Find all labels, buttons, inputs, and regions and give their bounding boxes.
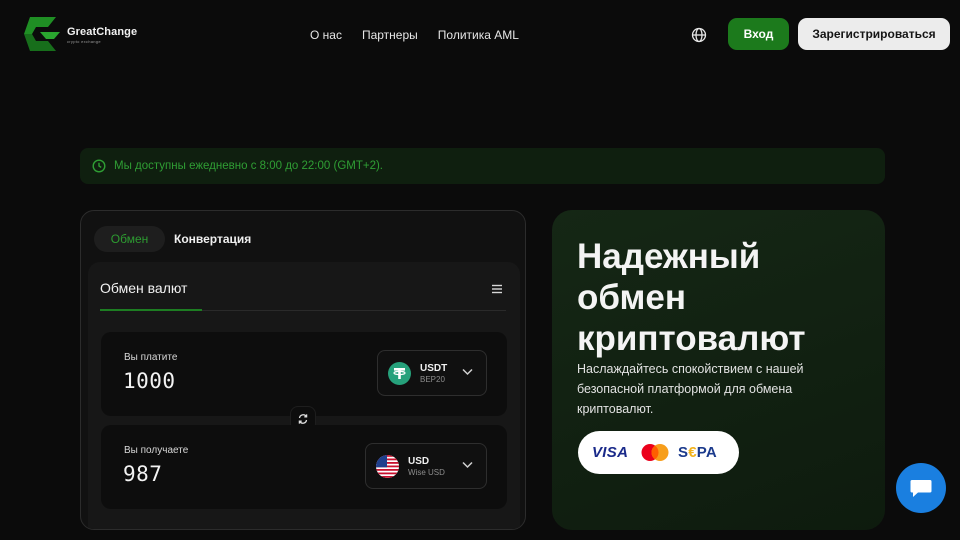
tether-icon [388,362,411,385]
register-button[interactable]: Зарегистрироваться [798,18,950,50]
receive-amount[interactable]: 987 [123,462,162,486]
receive-currency-code: USD [408,456,430,467]
tab-exchange[interactable]: Обмен [94,226,165,252]
promo-title: Надежный обмен криптовалют [577,237,806,358]
mastercard-icon [641,444,669,461]
pay-box: Вы платите 1000 USDT BEP20 [101,332,507,416]
login-button[interactable]: Вход [728,18,789,50]
sepa-pa: PA [696,444,717,461]
greatchange-logo-icon[interactable] [22,17,62,51]
sepa-euro: € [688,444,697,461]
exchange-card: Обмен Конвертация Обмен валют Вы платите… [80,210,526,530]
divider [202,310,506,311]
pay-currency-code: USDT [420,363,448,374]
sepa-logo: S€PA [678,444,717,461]
header: GreatChange crypto exchange О нас Партне… [0,0,960,70]
notice-text: Мы доступны ежедневно с 8:00 до 22:00 (G… [114,160,384,172]
receive-currency-select[interactable]: USD Wise USD [365,443,487,489]
clock-icon [92,159,106,173]
pay-currency-network: BEP20 [420,375,445,384]
globe-icon[interactable] [690,26,708,44]
exchange-title: Обмен валют [100,280,188,296]
availability-notice: Мы доступны ежедневно с 8:00 до 22:00 (G… [80,148,885,184]
promo-description: Наслаждайтесь спокойствием с нашей безоп… [577,362,804,416]
main-nav: О нас Партнеры Политика AML [310,27,519,43]
swap-icon [298,414,308,424]
exchange-panel: Обмен валют Вы платите 1000 USDT BEP20 В… [88,262,520,529]
sepa-s: S [678,444,689,461]
nav-item-aml-policy[interactable]: Политика AML [438,27,519,43]
pay-amount-input[interactable]: 1000 [123,369,176,393]
promo-card: Надежный обмен криптовалют Наслаждайтесь… [552,210,885,530]
menu-icon[interactable] [491,284,503,294]
payment-methods: VISA S€PA [578,431,739,474]
receive-label: Вы получаете [124,445,189,456]
receive-currency-network: Wise USD [408,468,445,477]
tab-conversion[interactable]: Конвертация [174,226,251,252]
chevron-down-icon [462,461,473,469]
pay-currency-select[interactable]: USDT BEP20 [377,350,487,396]
brand-tagline: crypto exchange [67,39,101,44]
brand-name: GreatChange [67,26,138,38]
visa-logo: VISA [592,444,629,461]
chat-icon [910,480,932,497]
nav-item-partners[interactable]: Партнеры [362,27,418,43]
pay-label: Вы платите [124,352,178,363]
active-tab-indicator [100,309,202,311]
receive-box: Вы получаете 987 USD Wise USD [101,425,507,509]
chat-button[interactable] [896,463,946,513]
chevron-down-icon [462,368,473,376]
brand[interactable]: GreatChange crypto exchange [67,26,137,44]
nav-item-about[interactable]: О нас [310,27,342,43]
us-flag-icon [376,455,399,478]
